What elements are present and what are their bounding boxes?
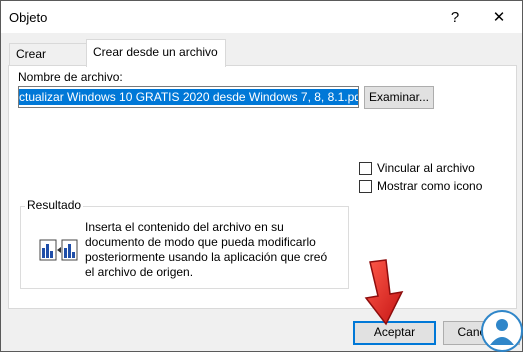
red-arrow-icon — [364, 259, 404, 326]
browse-button[interactable]: Examinar... — [364, 86, 434, 109]
display-as-icon-checkbox[interactable]: Mostrar como icono — [359, 179, 482, 193]
display-as-icon-box[interactable] — [359, 179, 372, 193]
file-name-field[interactable]: ctualizar Windows 10 GRATIS 2020 desde W… — [18, 86, 359, 108]
tab-crear-desde-archivo[interactable]: Crear desde un archivo — [86, 39, 226, 67]
dialog-title: Objeto — [9, 10, 48, 25]
tab-panel: Nombre de archivo: ctualizar Windows 10 … — [8, 65, 517, 309]
result-group: Resultado Inserta el contenido del archi… — [20, 198, 349, 289]
close-button[interactable]: ✕ — [477, 1, 521, 33]
embedded-document-icon — [39, 239, 78, 261]
result-description: Inserta el contenido del archivo en su d… — [85, 220, 328, 279]
help-button[interactable]: ? — [433, 1, 477, 33]
link-to-file-label: Vincular al archivo — [377, 161, 475, 175]
display-as-icon-label: Mostrar como icono — [377, 179, 483, 193]
tab-crear-nuevo[interactable]: Crear nuevo — [9, 43, 87, 82]
link-to-file-box[interactable] — [359, 161, 372, 175]
watermark-logo-icon — [481, 310, 523, 352]
result-legend: Resultado — [25, 198, 84, 212]
file-name-value: ctualizar Windows 10 GRATIS 2020 desde W… — [19, 89, 358, 105]
link-to-file-checkbox[interactable]: Vincular al archivo — [359, 161, 475, 175]
tab-crear-desde-archivo-label: Crear desde un archivo — [93, 45, 218, 59]
title-bar: Objeto ? ✕ — [1, 1, 522, 33]
dialog-window: Objeto ? ✕ Crear nuevo Crear desde un ar… — [0, 0, 523, 352]
file-name-label: Nombre de archivo: — [18, 70, 123, 84]
